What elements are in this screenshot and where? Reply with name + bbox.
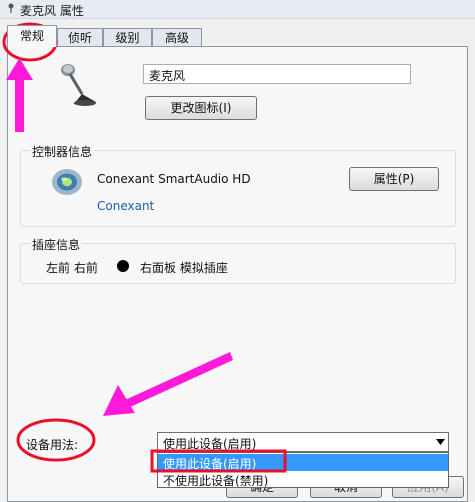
tab-listen[interactable]: 侦听 [57, 28, 103, 46]
tab-levels[interactable]: 级别 [103, 28, 152, 46]
controller-properties-button[interactable]: 属性(P) [349, 167, 439, 191]
audio-controller-icon [52, 169, 82, 195]
controller-info-label: 控制器信息 [30, 143, 95, 160]
tab-advanced[interactable]: 高级 [152, 28, 202, 46]
jack-info-label: 插座信息 [30, 236, 83, 253]
jack-location-text: 左前 右前 [46, 261, 98, 275]
device-usage-dropdown-list: 使用此设备(启用) 不使用此设备(禁用) [157, 452, 449, 488]
usage-option-disable[interactable]: 不使用此设备(禁用) [158, 471, 448, 488]
jack-color-dot [117, 260, 129, 272]
change-icon-button[interactable]: 更改图标(I) [145, 96, 257, 120]
microphone-device-icon [61, 64, 96, 106]
device-usage-label: 设备用法: [26, 438, 79, 452]
usage-option-enable[interactable]: 使用此设备(启用) [158, 454, 448, 471]
microphone-icon [8, 3, 14, 13]
controller-name: Conexant SmartAudio HD [97, 172, 251, 186]
jack-type-text: 右面板 模拟插座 [140, 261, 228, 275]
window-title: 麦克风 属性 [20, 4, 84, 18]
tab-general[interactable]: 常规 [7, 25, 57, 47]
chevron-down-icon[interactable] [436, 439, 445, 445]
device-name-field[interactable]: 麦克风 [143, 64, 411, 84]
controller-vendor-link[interactable]: Conexant [97, 199, 154, 213]
device-usage-select[interactable]: 使用此设备(启用) [157, 432, 449, 452]
